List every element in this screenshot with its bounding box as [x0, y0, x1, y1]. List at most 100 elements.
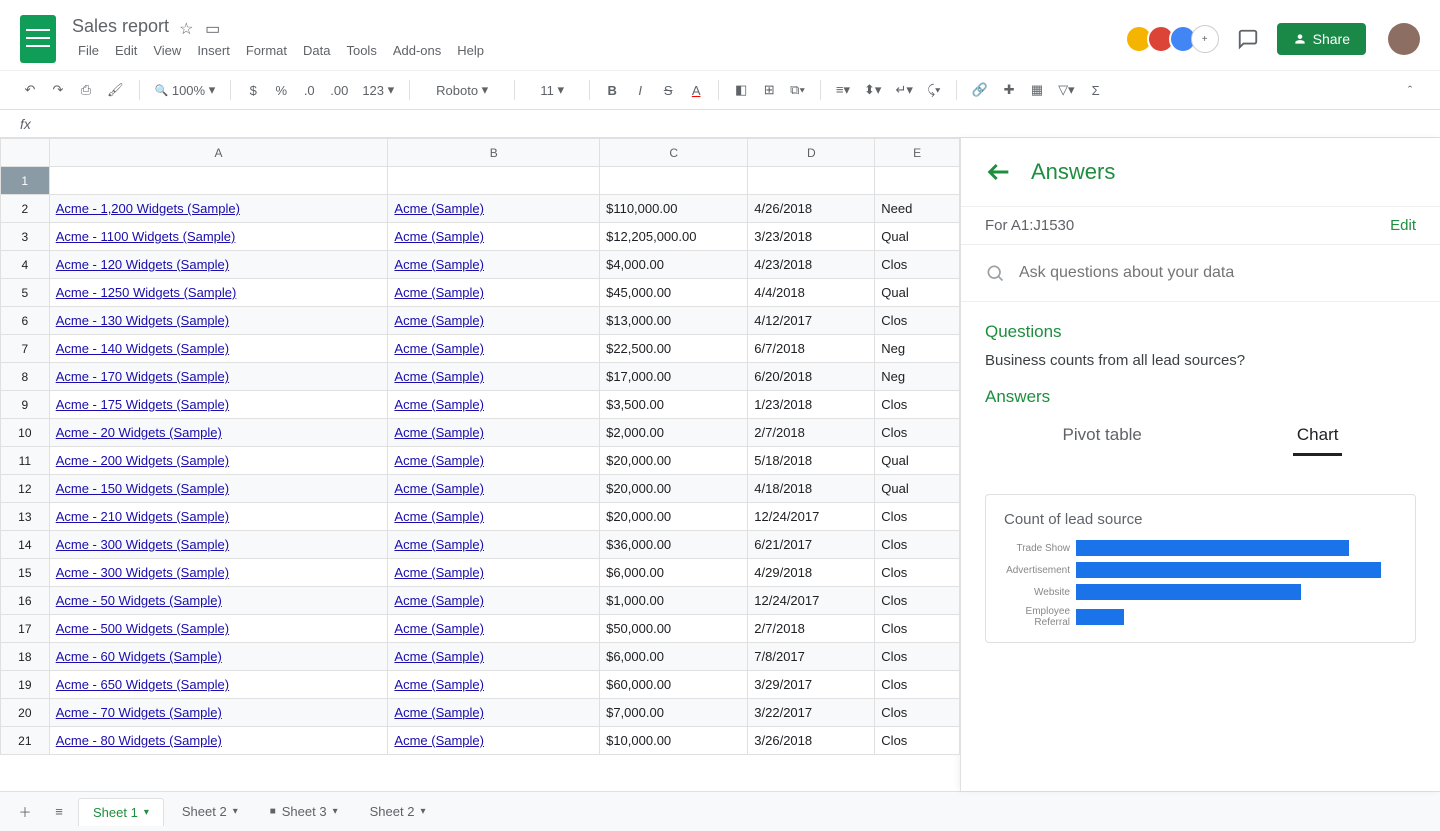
row-header[interactable]: 1 — [1, 167, 50, 195]
cell[interactable]: Clos — [875, 559, 960, 587]
cell[interactable]: Acme - 20 Widgets (Sample) — [49, 419, 388, 447]
cell[interactable]: $1,000.00 — [600, 587, 748, 615]
header-cell[interactable]: AMOUNT — [600, 167, 748, 195]
column-header[interactable]: C — [600, 139, 748, 167]
collapse-toolbar-icon[interactable]: ˆ — [1400, 78, 1420, 102]
cell[interactable]: Acme - 50 Widgets (Sample) — [49, 587, 388, 615]
header-cell[interactable]: ACCOUNT NAME — [388, 167, 600, 195]
cell[interactable]: $12,205,000.00 — [600, 223, 748, 251]
row-header[interactable]: 11 — [1, 447, 50, 475]
cell[interactable]: Acme - 120 Widgets (Sample) — [49, 251, 388, 279]
vertical-align-icon[interactable]: ⬍▾ — [861, 78, 884, 102]
zoom-dropdown[interactable]: 🔍 100% ▾ — [152, 78, 219, 102]
row-header[interactable]: 20 — [1, 699, 50, 727]
row-header[interactable]: 17 — [1, 615, 50, 643]
tab-pivot-table[interactable]: Pivot table — [1059, 417, 1146, 456]
column-header[interactable]: A — [49, 139, 388, 167]
row-header[interactable]: 10 — [1, 419, 50, 447]
cell[interactable]: $45,000.00 — [600, 279, 748, 307]
cell[interactable]: $20,000.00 — [600, 503, 748, 531]
row-header[interactable]: 6 — [1, 307, 50, 335]
bold-icon[interactable]: B — [602, 78, 622, 102]
cell[interactable]: 6/7/2018 — [748, 335, 875, 363]
row-header[interactable]: 7 — [1, 335, 50, 363]
cell[interactable]: Qual — [875, 223, 960, 251]
format-currency-icon[interactable]: $ — [243, 78, 263, 102]
cell[interactable]: 6/21/2017 — [748, 531, 875, 559]
cell[interactable]: $13,000.00 — [600, 307, 748, 335]
cell[interactable]: $36,000.00 — [600, 531, 748, 559]
cell[interactable]: 5/18/2018 — [748, 447, 875, 475]
cell[interactable]: Acme - 140 Widgets (Sample) — [49, 335, 388, 363]
collaborator-avatars[interactable]: + — [1131, 25, 1219, 53]
cell[interactable]: Clos — [875, 391, 960, 419]
back-arrow-icon[interactable] — [985, 158, 1013, 186]
tab-chart[interactable]: Chart — [1293, 417, 1343, 456]
cell[interactable]: $17,000.00 — [600, 363, 748, 391]
cell[interactable]: Acme - 170 Widgets (Sample) — [49, 363, 388, 391]
cell[interactable]: $3,500.00 — [600, 391, 748, 419]
cell[interactable]: Acme - 150 Widgets (Sample) — [49, 475, 388, 503]
header-cell[interactable]: OPPORTUNITY NAME — [49, 167, 388, 195]
cell[interactable]: Need — [875, 195, 960, 223]
cell[interactable]: 4/23/2018 — [748, 251, 875, 279]
star-icon[interactable]: ☆ — [179, 19, 195, 35]
cell[interactable]: Acme (Sample) — [388, 419, 600, 447]
cell[interactable]: Clos — [875, 587, 960, 615]
header-cell[interactable]: CLOSE DATE — [748, 167, 875, 195]
paint-format-icon[interactable]: 🖌 — [104, 78, 127, 102]
cell[interactable]: Neg — [875, 363, 960, 391]
cell[interactable]: Acme - 130 Widgets (Sample) — [49, 307, 388, 335]
share-button[interactable]: Share — [1277, 23, 1366, 55]
cell[interactable]: Acme (Sample) — [388, 587, 600, 615]
row-header[interactable]: 4 — [1, 251, 50, 279]
cell[interactable]: Qual — [875, 279, 960, 307]
cell[interactable]: $6,000.00 — [600, 559, 748, 587]
redo-icon[interactable]: ↷ — [48, 78, 68, 102]
cell[interactable]: Clos — [875, 671, 960, 699]
cell[interactable]: Clos — [875, 727, 960, 755]
row-header[interactable]: 5 — [1, 279, 50, 307]
add-sheet-icon[interactable]: ＋ — [10, 797, 40, 827]
cell[interactable]: Clos — [875, 307, 960, 335]
menu-insert[interactable]: Insert — [191, 39, 236, 62]
cell[interactable]: Acme (Sample) — [388, 223, 600, 251]
document-title[interactable]: Sales report — [72, 16, 169, 37]
cell[interactable]: 3/22/2017 — [748, 699, 875, 727]
cell[interactable]: $10,000.00 — [600, 727, 748, 755]
answer-chart[interactable]: Count of lead source Trade ShowAdvertise… — [985, 494, 1416, 643]
column-header[interactable]: E — [875, 139, 960, 167]
avatar-more[interactable]: + — [1191, 25, 1219, 53]
cell[interactable]: $50,000.00 — [600, 615, 748, 643]
text-rotation-icon[interactable]: ⤹▾ — [924, 78, 944, 102]
italic-icon[interactable]: I — [630, 78, 650, 102]
sheet-tab[interactable]: Sheet 1▾ — [78, 798, 164, 826]
cell[interactable]: Acme - 650 Widgets (Sample) — [49, 671, 388, 699]
row-header[interactable]: 21 — [1, 727, 50, 755]
header-cell[interactable]: STAGE — [875, 167, 960, 195]
cell[interactable]: 3/23/2018 — [748, 223, 875, 251]
row-header[interactable]: 9 — [1, 391, 50, 419]
cell[interactable]: $2,000.00 — [600, 419, 748, 447]
insert-comment-icon[interactable]: ✚ — [999, 78, 1019, 102]
cell[interactable]: Clos — [875, 503, 960, 531]
font-dropdown[interactable]: Roboto ▾ — [422, 78, 502, 102]
cell[interactable]: $60,000.00 — [600, 671, 748, 699]
undo-icon[interactable]: ↶ — [20, 78, 40, 102]
row-header[interactable]: 3 — [1, 223, 50, 251]
menu-file[interactable]: File — [72, 39, 105, 62]
cell[interactable]: Acme - 1,200 Widgets (Sample) — [49, 195, 388, 223]
sheets-logo-icon[interactable] — [20, 15, 56, 63]
menu-data[interactable]: Data — [297, 39, 336, 62]
cell[interactable]: 2/7/2018 — [748, 419, 875, 447]
cell[interactable]: Clos — [875, 643, 960, 671]
cell[interactable]: 4/18/2018 — [748, 475, 875, 503]
cell[interactable]: 4/29/2018 — [748, 559, 875, 587]
cell[interactable]: $7,000.00 — [600, 699, 748, 727]
move-to-folder-icon[interactable]: ▭ — [205, 19, 221, 35]
menu-format[interactable]: Format — [240, 39, 293, 62]
cell[interactable]: Acme (Sample) — [388, 559, 600, 587]
cell[interactable]: Acme (Sample) — [388, 671, 600, 699]
font-size-dropdown[interactable]: 11 ▾ — [527, 78, 577, 102]
cell[interactable]: 3/29/2017 — [748, 671, 875, 699]
